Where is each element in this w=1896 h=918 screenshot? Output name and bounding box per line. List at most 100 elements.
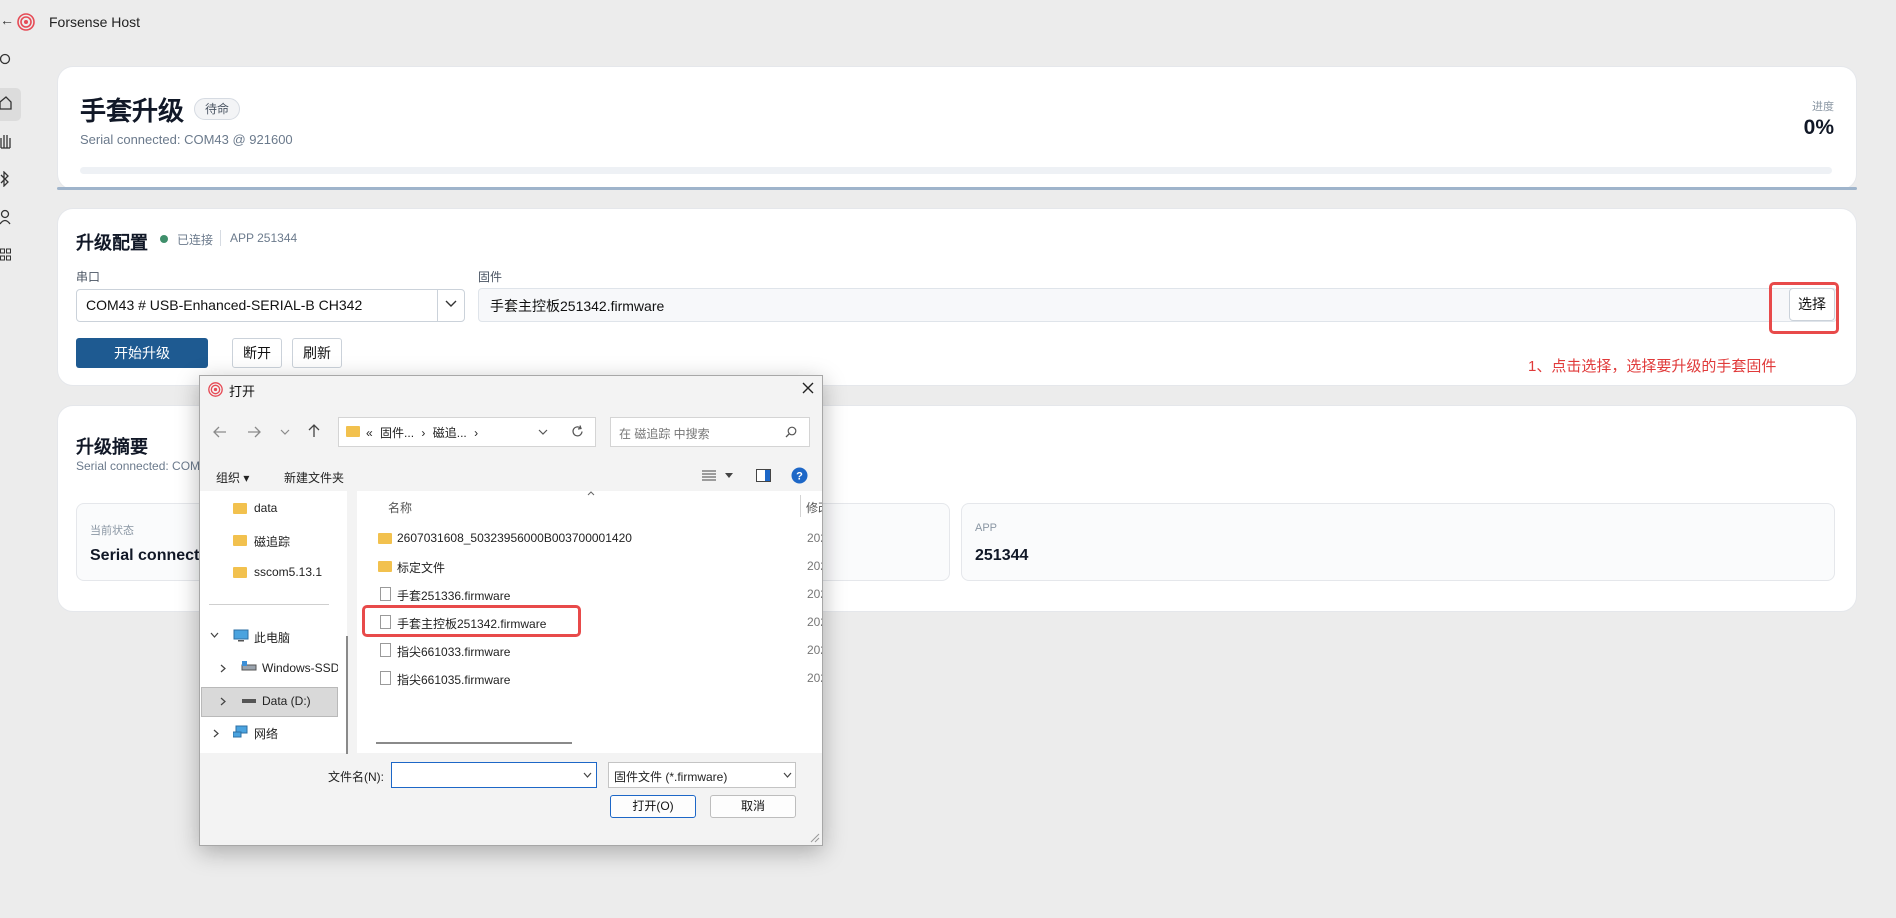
summary-subtitle: Serial connected: COM: [76, 459, 201, 473]
open-button[interactable]: 打开(O): [610, 795, 696, 818]
port-label: 串口: [76, 270, 101, 284]
app-version: APP 251344: [230, 231, 298, 245]
breadcrumb-overflow[interactable]: «: [366, 426, 373, 440]
nav-item-sscom[interactable]: sscom5.13.1: [254, 565, 322, 579]
cancel-button[interactable]: 取消: [710, 795, 796, 818]
column-header-modified[interactable]: 修改: [806, 499, 822, 516]
chevron-down-icon[interactable]: [538, 429, 548, 436]
annotation-highlight-file: [362, 605, 581, 637]
home-icon[interactable]: [0, 96, 12, 110]
up-arrow-icon[interactable]: [308, 424, 320, 438]
connected-dot: [160, 235, 168, 243]
app-logo-icon: [208, 382, 223, 397]
connection-status: 已连接: [177, 233, 214, 247]
preview-pane-icon[interactable]: [756, 469, 771, 482]
breadcrumb-separator: ›: [474, 426, 479, 440]
column-header-name[interactable]: 名称: [388, 499, 412, 516]
folder-icon: [233, 567, 247, 578]
chevron-down-icon[interactable]: [583, 772, 592, 778]
folder-icon: [233, 503, 247, 514]
firmware-path-field[interactable]: [478, 288, 1837, 322]
new-folder-button[interactable]: 新建文件夹: [284, 469, 344, 486]
folder-icon: [378, 561, 392, 572]
back-icon[interactable]: ←: [0, 12, 14, 28]
drive-icon: [242, 699, 256, 703]
chevron-down-icon[interactable]: [783, 772, 792, 778]
chevron-right-icon[interactable]: [220, 664, 226, 673]
horizontal-scrollbar[interactable]: [376, 742, 572, 744]
summary-title: 升级摘要: [76, 437, 148, 457]
nav-item-data[interactable]: data: [254, 501, 277, 515]
resize-grip-icon[interactable]: [810, 833, 820, 843]
disconnect-button[interactable]: 断开: [232, 338, 282, 368]
config-title: 升级配置: [76, 233, 148, 253]
file-row-name[interactable]: 指尖661035.firmware: [397, 671, 510, 688]
app-title: Forsense Host: [49, 14, 141, 30]
progress-track: [80, 167, 1832, 174]
nav-item-windows-ssd[interactable]: Windows-SSD: [262, 661, 338, 675]
user-icon[interactable]: [0, 209, 12, 225]
column-divider[interactable]: [800, 495, 801, 517]
sort-up-icon: [587, 491, 595, 496]
circle-icon[interactable]: [0, 53, 12, 65]
file-row-name[interactable]: 指尖661033.firmware: [397, 643, 510, 660]
start-upgrade-button[interactable]: 开始升级: [76, 338, 208, 368]
status-card-accent-line: [57, 187, 1857, 190]
file-row-name[interactable]: 标定文件: [397, 559, 445, 576]
apps-icon[interactable]: [0, 248, 12, 262]
file-row-date: 202: [807, 531, 822, 545]
firmware-label: 固件: [478, 270, 503, 284]
organize-menu[interactable]: 组织 ▾: [216, 469, 249, 486]
nav-item-this-pc[interactable]: 此电脑: [254, 629, 290, 646]
view-list-icon[interactable]: [702, 470, 716, 481]
breadcrumb-item-firmware[interactable]: 固件...: [380, 426, 414, 440]
filename-input[interactable]: [391, 762, 597, 788]
chevron-down-icon[interactable]: [445, 300, 457, 308]
file-icon: [380, 671, 391, 685]
search-placeholder: 在 磁追踪 中搜索: [619, 427, 710, 441]
stat-label: 当前状态: [90, 525, 134, 537]
chevron-down-icon[interactable]: [280, 429, 290, 436]
breadcrumb[interactable]: « 固件... › 磁追... ›: [366, 424, 478, 441]
page-title: 手套升级: [80, 96, 185, 126]
close-icon[interactable]: [802, 382, 814, 394]
chevron-right-icon[interactable]: [220, 697, 226, 706]
bluetooth-icon[interactable]: [0, 171, 10, 187]
nav-item-data-d[interactable]: Data (D:): [262, 694, 311, 708]
nav-scrollbar[interactable]: [346, 636, 348, 754]
file-row-date: 202: [807, 559, 822, 573]
file-icon: [380, 587, 391, 601]
annotation-hint-text: 1、点击选择，选择要升级的手套固件: [1528, 358, 1777, 375]
folder-icon: [346, 426, 360, 437]
app-logo-icon: [17, 13, 35, 31]
breadcrumb-item-magtrack[interactable]: 磁追...: [433, 426, 467, 440]
breadcrumb-separator: ›: [421, 426, 426, 440]
select-divider: [437, 289, 438, 322]
search-icon[interactable]: [785, 426, 797, 438]
glove-icon[interactable]: [0, 133, 12, 149]
serial-status-text: Serial connected: COM43 @ 921600: [80, 132, 293, 147]
firmware-path-value: 手套主控板251342.firmware: [490, 298, 665, 314]
divider: [220, 230, 221, 246]
chevron-down-icon[interactable]: [725, 473, 733, 478]
file-row-name[interactable]: 2607031608_50323956000B003700001420: [397, 531, 632, 545]
refresh-button[interactable]: 刷新: [292, 338, 342, 368]
port-select-value: COM43 # USB-Enhanced-SERIAL-B CH342: [86, 297, 363, 313]
filename-label: 文件名(N):: [328, 770, 384, 784]
refresh-icon[interactable]: [571, 425, 584, 438]
file-row-date: 202: [807, 587, 822, 601]
folder-icon: [378, 533, 392, 544]
network-icon: [233, 725, 248, 738]
help-icon[interactable]: ?: [791, 467, 808, 484]
nav-item-network[interactable]: 网络: [254, 725, 278, 742]
back-arrow-icon[interactable]: [213, 426, 227, 438]
nav-item-magtrack[interactable]: 磁追踪: [254, 533, 290, 550]
stat-card-app: [961, 503, 1835, 581]
chevron-right-icon[interactable]: [213, 729, 219, 738]
chevron-down-icon[interactable]: [210, 632, 219, 638]
stat-label: APP: [975, 522, 998, 534]
file-row-name[interactable]: 手套251336.firmware: [397, 587, 510, 604]
file-icon: [380, 643, 391, 657]
file-row-date: 202: [807, 615, 822, 629]
forward-arrow-icon[interactable]: [247, 426, 261, 438]
